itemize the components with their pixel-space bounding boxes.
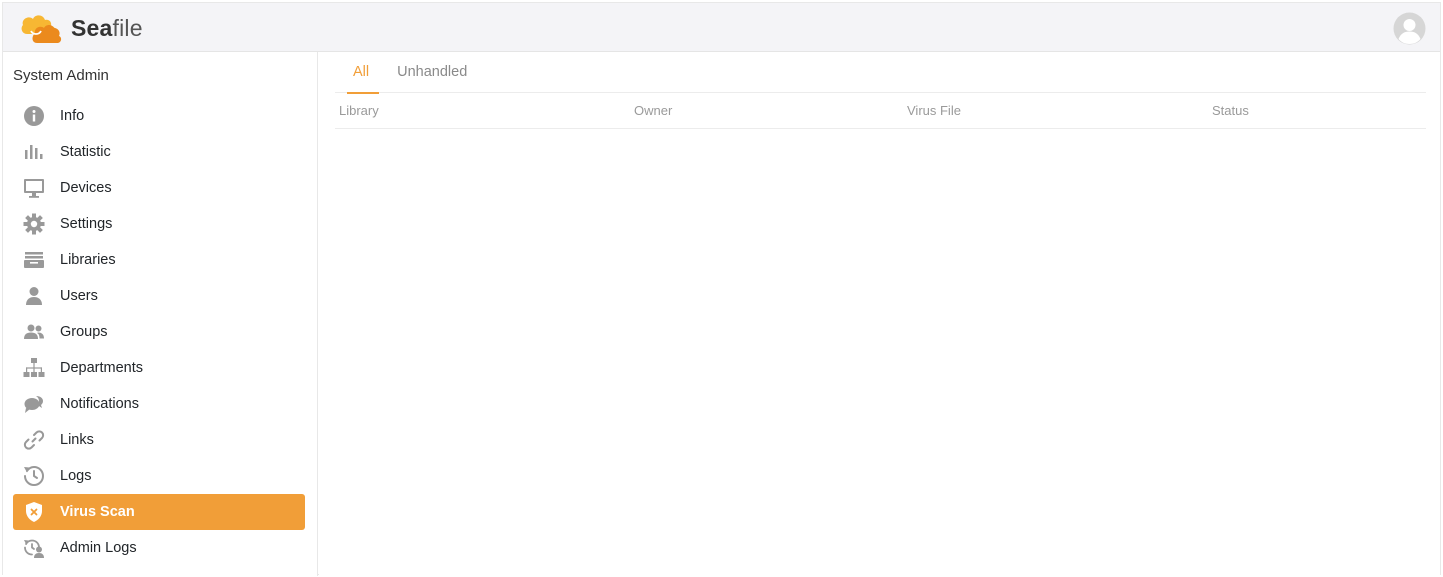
sidebar-item-label: Users <box>60 288 98 304</box>
sidebar-item-departments[interactable]: Departments <box>13 350 305 386</box>
sidebar-item-admin-logs[interactable]: Admin Logs <box>13 530 305 566</box>
sidebar-item-label: Departments <box>60 360 144 376</box>
admin-sidebar: System Admin Info Statistic Devices Sett… <box>3 52 318 576</box>
sidebar-item-links[interactable]: Links <box>13 422 305 458</box>
sidebar-item-settings[interactable]: Settings <box>13 206 305 242</box>
seafile-cloud-icon <box>21 15 62 43</box>
chat-bubbles-icon <box>23 393 45 415</box>
top-header: Seafile <box>3 3 1440 52</box>
info-icon <box>23 105 45 127</box>
gear-icon <box>23 213 45 235</box>
tab-unhandled[interactable]: Unhandled <box>383 52 481 93</box>
tab-bar: All Unhandled <box>335 52 1426 94</box>
sidebar-item-groups[interactable]: Groups <box>13 314 305 350</box>
link-icon <box>23 429 45 451</box>
sidebar-item-devices[interactable]: Devices <box>13 170 305 206</box>
sidebar-item-label: Admin Logs <box>60 540 137 556</box>
org-chart-icon <box>23 357 45 379</box>
main-content: All Unhandled Library Owner Virus File S… <box>319 52 1440 576</box>
logo-text-rest: file <box>112 14 143 41</box>
tab-all[interactable]: All <box>335 52 383 94</box>
sidebar-item-label: Info <box>60 108 85 124</box>
sidebar-item-label: Settings <box>60 216 113 232</box>
libraries-icon <box>23 249 45 271</box>
sidebar-item-logs[interactable]: Logs <box>13 458 305 494</box>
sidebar-item-notifications[interactable]: Notifications <box>13 386 305 422</box>
group-icon <box>23 321 45 343</box>
history-icon <box>23 465 45 487</box>
table-header: Library Owner Virus File Status <box>335 93 1426 129</box>
bar-chart-icon <box>23 141 45 163</box>
seafile-logo[interactable]: Seafile <box>17 11 143 45</box>
app-window: Seafile System Admin Info Statistic Devi… <box>2 2 1441 576</box>
sidebar-item-statistic[interactable]: Statistic <box>13 134 305 170</box>
sidebar-item-label: Notifications <box>60 396 139 412</box>
sidebar-item-label: Groups <box>60 324 108 340</box>
column-header-virus-file[interactable]: Virus File <box>907 103 961 118</box>
sidebar-item-label: Logs <box>60 468 92 484</box>
sidebar-item-users[interactable]: Users <box>13 278 305 314</box>
sidebar-item-virus-scan[interactable]: Virus Scan <box>13 494 305 530</box>
admin-logs-icon <box>23 537 45 559</box>
user-circle-icon <box>1393 12 1426 45</box>
sidebar-item-label: Statistic <box>60 144 111 160</box>
user-icon <box>23 285 45 307</box>
monitor-icon <box>23 177 45 199</box>
user-avatar[interactable] <box>1393 12 1426 45</box>
sidebar-item-info[interactable]: Info <box>13 98 305 134</box>
virus-scan-table: Library Owner Virus File Status <box>335 93 1426 129</box>
sidebar-item-label: Libraries <box>60 252 116 268</box>
sidebar-item-label: Devices <box>60 180 112 196</box>
column-header-library[interactable]: Library <box>339 103 379 118</box>
sidebar-item-libraries[interactable]: Libraries <box>13 242 305 278</box>
column-header-status[interactable]: Status <box>1212 103 1249 118</box>
logo-text-bold: Sea <box>71 14 113 41</box>
shield-x-icon <box>23 501 45 523</box>
sidebar-title: System Admin <box>13 67 109 84</box>
sidebar-item-label: Virus Scan <box>60 504 135 520</box>
sidebar-item-label: Links <box>60 432 94 448</box>
column-header-owner[interactable]: Owner <box>634 103 672 118</box>
sidebar-nav: Info Statistic Devices Settings Librarie… <box>13 98 305 566</box>
